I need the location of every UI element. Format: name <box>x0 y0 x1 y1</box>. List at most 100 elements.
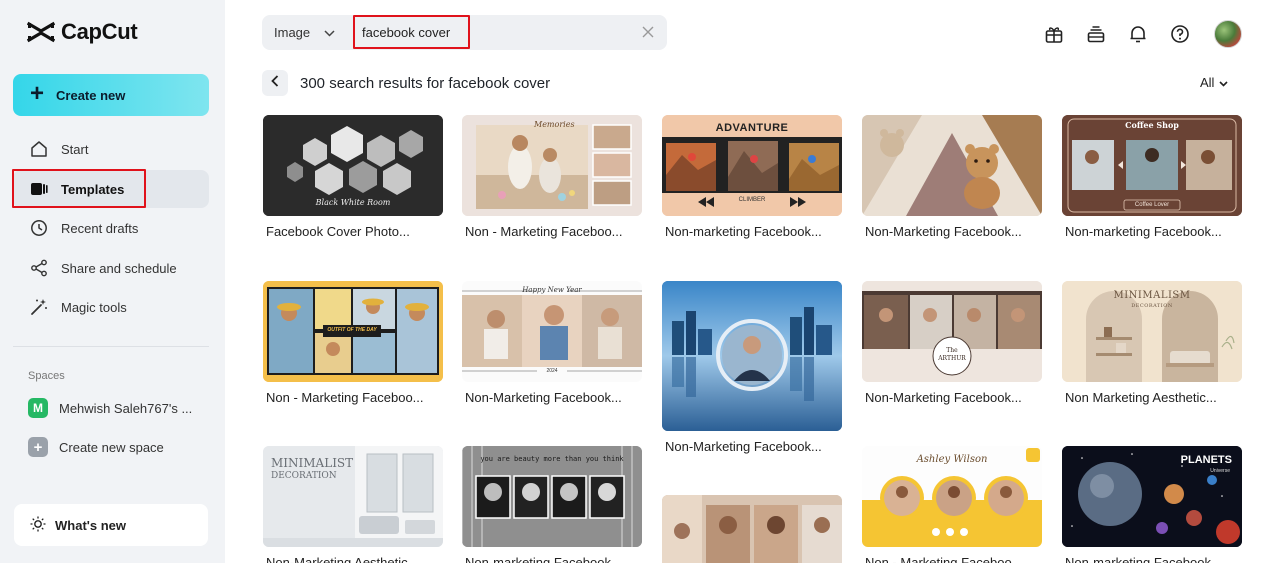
chevron-down-icon <box>324 25 335 40</box>
thumbnail-text: MINIMALIST <box>271 456 354 470</box>
template-card[interactable]: PLANETS Universe Non-marketing Facebook.… <box>1062 446 1242 563</box>
template-thumbnail: MINIMALIST DECORATION <box>263 446 443 547</box>
template-card[interactable]: Happy New Year 2024 Non-Marketing Facebo… <box>462 281 642 405</box>
thumbnail-text: The ARTHUR <box>938 347 966 362</box>
template-card[interactable]: Ashley Wilson Non - Marketing Faceboo... <box>862 446 1042 563</box>
space-item-personal[interactable]: M Mehwish Saleh767's ... <box>28 398 192 418</box>
results-title: 300 search results for facebook cover <box>300 75 551 92</box>
template-thumbnail: Memories <box>462 115 642 216</box>
template-caption: Non-Marketing Facebook... <box>665 439 822 454</box>
share-icon <box>29 259 48 278</box>
template-card[interactable]: Black White Room Facebook Cover Photo... <box>263 115 443 239</box>
sidebar: CapCut + Create new Start Templates Rece… <box>0 0 225 563</box>
create-space-label: Create new space <box>59 439 164 455</box>
sidebar-item-label: Magic tools <box>61 299 127 315</box>
sidebar-item-magic-tools[interactable]: Magic tools <box>13 288 209 326</box>
thumbnail-subtext: CLIMBER <box>738 197 766 203</box>
spaces-title: Spaces <box>28 370 65 382</box>
template-thumbnail: Coffee Shop Coffee Lover <box>1062 115 1242 216</box>
back-button[interactable] <box>262 70 288 96</box>
create-new-button[interactable]: + Create new <box>13 74 209 116</box>
sidebar-item-start[interactable]: Start <box>13 130 209 168</box>
thumbnail-text: Black White Room <box>315 198 391 207</box>
sidebar-item-share-and-schedule[interactable]: Share and schedule <box>13 249 209 287</box>
template-card[interactable] <box>662 495 842 563</box>
thumbnail-text: you are beauty more than you think <box>480 455 624 463</box>
search-type-dropdown[interactable]: Image <box>262 25 352 40</box>
template-thumbnail <box>862 115 1042 216</box>
plus-icon: + <box>30 80 45 107</box>
thumbnail-text: Memories <box>534 120 575 129</box>
template-thumbnail: you are beauty more than you think <box>462 446 642 547</box>
template-card[interactable]: Memories Non - Marketing Faceboo... <box>462 115 642 239</box>
sidebar-item-label: Templates <box>61 181 125 197</box>
template-caption: Non-Marketing Facebook... <box>865 224 1022 239</box>
template-thumbnail <box>662 281 842 431</box>
template-card[interactable]: The ARTHUR Non-Marketing Facebook... <box>862 281 1042 405</box>
gift-icon[interactable] <box>1042 22 1066 46</box>
thumbnail-text: PLANETS <box>1180 454 1232 466</box>
capcut-logo[interactable]: CapCut <box>27 19 138 45</box>
template-card[interactable]: OUTFIT OF THE DAY Non - Marketing Facebo… <box>263 281 443 405</box>
thumbnail-subtext: DECORATION <box>271 471 337 481</box>
sun-icon <box>30 516 46 535</box>
sidebar-item-label: Recent drafts <box>61 220 139 236</box>
space-name: Mehwish Saleh767's ... <box>59 400 193 416</box>
template-caption: Facebook Cover Photo... <box>266 224 410 239</box>
clock-icon <box>29 219 48 238</box>
search-bar: Image <box>262 15 667 50</box>
sidebar-item-recent-drafts[interactable]: Recent drafts <box>13 209 209 247</box>
sidebar-item-templates[interactable]: Templates <box>13 170 209 208</box>
help-icon[interactable] <box>1168 22 1192 46</box>
search-input[interactable] <box>362 21 632 44</box>
template-thumbnail <box>662 495 842 563</box>
space-badge: M <box>28 398 48 418</box>
chevron-down-icon <box>1219 75 1229 90</box>
bell-icon[interactable] <box>1126 22 1150 46</box>
template-card[interactable]: MINIMALIST DECORATION Non-Marketing Aest… <box>263 446 443 563</box>
thumbnail-text: Coffee Shop <box>1125 120 1179 130</box>
thumbnail-subtext: Coffee Lover <box>1134 202 1170 208</box>
thumbnail-subtext: Universe <box>1210 468 1230 474</box>
filter-dropdown[interactable]: All <box>1200 75 1229 90</box>
template-thumbnail: Ashley Wilson <box>862 446 1042 547</box>
plus-icon: + <box>28 437 48 457</box>
template-card[interactable]: Non-Marketing Facebook... <box>862 115 1042 239</box>
template-caption: Non - Marketing Faceboo... <box>266 390 424 405</box>
app-name: CapCut <box>61 19 138 44</box>
template-caption: Non-marketing Facebook... <box>665 224 822 239</box>
thumbnail-text: OUTFIT OF THE DAY <box>327 327 377 333</box>
avatar[interactable] <box>1214 20 1242 48</box>
template-card[interactable]: MINIMALISM DECORATION Non Marketing Aest… <box>1062 281 1242 405</box>
template-card[interactable]: Non-Marketing Facebook... <box>662 281 842 454</box>
thumbnail-text: MINIMALISM <box>1113 290 1191 301</box>
template-caption: Non - Marketing Faceboo... <box>465 224 623 239</box>
template-card[interactable]: ADVANTURE CLIMBER Non-marketing Facebook… <box>662 115 842 239</box>
create-new-label: Create new <box>56 87 126 103</box>
template-thumbnail: PLANETS Universe <box>1062 446 1242 547</box>
whats-new-button[interactable]: What's new <box>14 504 208 546</box>
template-thumbnail: Black White Room <box>263 115 443 216</box>
close-icon[interactable] <box>641 25 655 39</box>
template-thumbnail: MINIMALISM DECORATION <box>1062 281 1242 382</box>
template-caption: Non Marketing Aesthetic... <box>1065 390 1217 405</box>
template-caption: Non-marketing Facebook... <box>465 555 622 563</box>
template-caption: Non-Marketing Facebook... <box>465 390 622 405</box>
stack-icon[interactable] <box>1084 22 1108 46</box>
template-card[interactable]: Coffee Shop Coffee Lover Non-marketing F… <box>1062 115 1242 239</box>
thumbnail-subtext: DECORATION <box>1131 303 1173 309</box>
template-thumbnail: OUTFIT OF THE DAY <box>263 281 443 382</box>
sidebar-item-label: Share and schedule <box>61 260 177 276</box>
template-thumbnail: Happy New Year 2024 <box>462 281 642 382</box>
template-thumbnail: The ARTHUR <box>862 281 1042 382</box>
create-new-space-button[interactable]: + Create new space <box>28 437 164 457</box>
filter-label: All <box>1200 75 1215 90</box>
template-caption: Non-Marketing Facebook... <box>865 390 1022 405</box>
magic-wand-icon <box>29 298 48 317</box>
thumbnail-text: Ashley Wilson <box>916 454 988 465</box>
template-caption: Non-Marketing Aesthetic... <box>266 555 419 563</box>
template-caption: Non-marketing Facebook... <box>1065 555 1222 563</box>
template-card[interactable]: you are beauty more than you think Non-m… <box>462 446 642 563</box>
whats-new-label: What's new <box>55 517 126 533</box>
thumbnail-text: Happy New Year <box>522 286 582 294</box>
